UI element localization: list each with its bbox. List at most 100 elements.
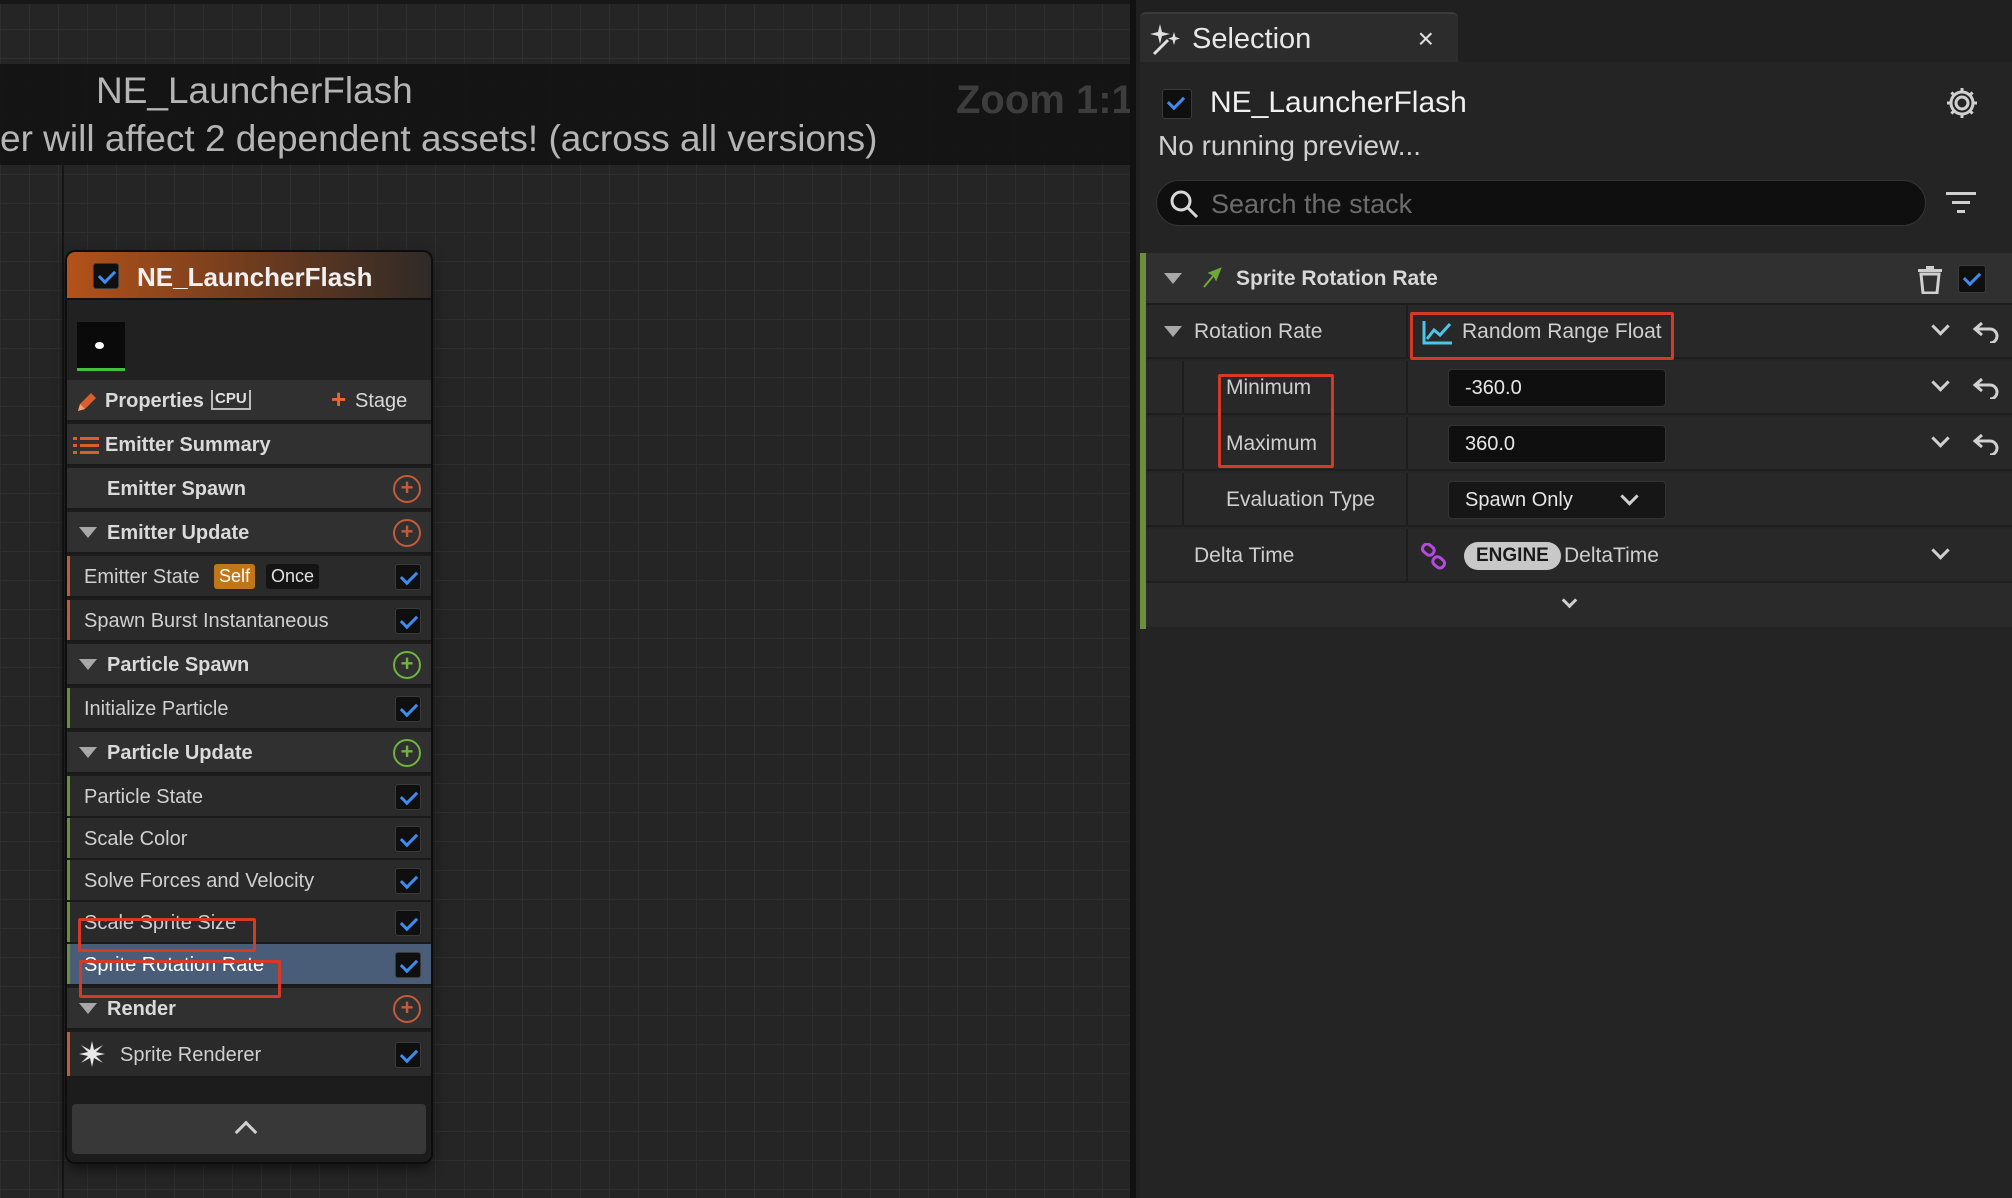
gear-icon[interactable]	[1945, 86, 1979, 120]
add-render-module-icon[interactable]: +	[393, 995, 421, 1023]
scale-sprite-size-checkbox[interactable]	[395, 910, 421, 936]
minimum-row[interactable]: Minimum -360.0	[1146, 361, 2012, 415]
module-header[interactable]: Sprite Rotation Rate	[1146, 253, 2012, 305]
emitter-state-label: Emitter State	[84, 566, 200, 588]
module-enabled-checkbox[interactable]	[1958, 265, 1986, 293]
reset-arrow-icon[interactable]	[1972, 431, 2000, 455]
search-input[interactable]: Search the stack	[1156, 180, 1926, 226]
module-stripe	[67, 902, 70, 942]
minimum-value-field[interactable]: -360.0	[1448, 369, 1666, 407]
particle-state-checkbox[interactable]	[395, 784, 421, 810]
stage-button[interactable]: + Stage	[327, 380, 431, 420]
particle-state-label: Particle State	[84, 786, 203, 808]
emitter-thumbnail[interactable]	[77, 322, 125, 371]
emitter-preview-checkbox[interactable]	[1162, 89, 1192, 119]
delta-time-value[interactable]: DeltaTime	[1564, 544, 1659, 568]
chevron-down-icon[interactable]	[1931, 317, 1950, 336]
particle-update-label: Particle Update	[107, 742, 253, 764]
maximum-row[interactable]: Maximum 360.0	[1146, 417, 2012, 471]
chevron-down-icon[interactable]	[1931, 541, 1950, 560]
sprite-burst-icon	[79, 1041, 105, 1067]
collapse-triangle-icon[interactable]	[1164, 273, 1182, 284]
scale-color-label: Scale Color	[84, 828, 188, 850]
expand-advanced-button[interactable]	[1146, 583, 2012, 627]
chevron-up-icon	[234, 1120, 258, 1144]
render-row[interactable]: Render +	[67, 988, 431, 1030]
collapse-triangle-icon[interactable]	[79, 747, 97, 758]
delta-time-row[interactable]: Delta Time ENGINE DeltaTime	[1146, 529, 2012, 583]
module-stripe	[67, 860, 70, 900]
zoom-indicator: Zoom 1:1	[956, 78, 1134, 122]
selection-panel-body	[1140, 62, 2012, 1198]
solve-forces-row[interactable]: Solve Forces and Velocity	[67, 860, 431, 902]
reset-arrow-icon[interactable]	[1972, 375, 2000, 399]
evaluation-type-dropdown[interactable]: Spawn Only	[1448, 481, 1666, 519]
properties-label: Properties	[105, 390, 204, 412]
initialize-particle-checkbox[interactable]	[395, 696, 421, 722]
particle-state-row[interactable]: Particle State	[67, 776, 431, 818]
module-stripe	[67, 776, 70, 816]
reset-arrow-icon[interactable]	[1972, 319, 2000, 343]
column-divider	[1406, 473, 1408, 525]
emitter-node[interactable]: NE_LauncherFlash Properties CPU + Stage	[67, 252, 431, 1162]
add-particle-update-module-icon[interactable]: +	[393, 739, 421, 767]
indent-guide	[1182, 361, 1184, 413]
collapse-triangle-icon[interactable]	[79, 527, 97, 538]
tab-selection[interactable]: Selection ×	[1140, 12, 1458, 62]
emitter-update-row[interactable]: Emitter Update +	[67, 512, 431, 554]
chevron-down-icon[interactable]	[1931, 429, 1950, 448]
sprite-renderer-row[interactable]: Sprite Renderer	[67, 1032, 431, 1078]
emitter-state-checkbox[interactable]	[395, 564, 421, 590]
search-placeholder: Search the stack	[1211, 189, 1413, 219]
emitter-spawn-row[interactable]: Emitter Spawn +	[67, 468, 431, 510]
chevron-down-icon[interactable]	[1931, 373, 1950, 392]
emitter-state-row[interactable]: Emitter State Self Once	[67, 556, 431, 598]
add-emitter-spawn-module-icon[interactable]: +	[393, 475, 421, 503]
sprite-renderer-checkbox[interactable]	[395, 1042, 421, 1068]
sprite-rotation-rate-row[interactable]: Sprite Rotation Rate	[67, 944, 431, 986]
trash-icon[interactable]	[1917, 266, 1943, 294]
scale-sprite-size-label: Scale Sprite Size	[84, 912, 237, 934]
column-divider	[1406, 361, 1408, 413]
collapse-triangle-icon[interactable]	[79, 1003, 97, 1014]
sprite-renderer-label: Sprite Renderer	[120, 1044, 262, 1066]
rotation-rate-value[interactable]: Random Range Float	[1462, 320, 1662, 344]
initialize-particle-row[interactable]: Initialize Particle	[67, 688, 431, 730]
collapse-triangle-icon[interactable]	[1164, 326, 1182, 337]
module-stripe	[67, 688, 70, 728]
solve-forces-label: Solve Forces and Velocity	[84, 870, 315, 892]
graph-canvas[interactable]: NE_LauncherFlash er will affect 2 depend…	[0, 0, 1134, 1198]
filter-icon[interactable]	[1946, 190, 1976, 216]
maximum-value: 360.0	[1465, 433, 1516, 455]
particle-update-row[interactable]: Particle Update +	[67, 732, 431, 774]
emitter-enabled-checkbox[interactable]	[93, 263, 119, 289]
close-icon[interactable]: ×	[1418, 23, 1434, 55]
dependent-assets-warning: er will affect 2 dependent assets! (acro…	[0, 118, 878, 159]
module-stripe	[67, 600, 70, 640]
add-emitter-update-module-icon[interactable]: +	[393, 519, 421, 547]
evaluation-type-row[interactable]: Evaluation Type Spawn Only	[1146, 473, 2012, 527]
module-arrow-icon	[1203, 267, 1222, 288]
spawn-burst-checkbox[interactable]	[395, 608, 421, 634]
tab-selection-label: Selection	[1192, 23, 1312, 55]
particle-spawn-row[interactable]: Particle Spawn +	[67, 644, 431, 686]
scale-color-row[interactable]: Scale Color	[67, 818, 431, 860]
collapse-triangle-icon[interactable]	[79, 659, 97, 670]
scale-color-checkbox[interactable]	[395, 826, 421, 852]
emitter-summary-row[interactable]: Emitter Summary	[67, 424, 431, 466]
chart-line-icon	[1422, 321, 1452, 345]
solve-forces-checkbox[interactable]	[395, 868, 421, 894]
emitter-node-header[interactable]: NE_LauncherFlash	[67, 252, 431, 300]
sprite-rotation-rate-checkbox[interactable]	[395, 952, 421, 978]
properties-row[interactable]: Properties CPU + Stage	[67, 380, 431, 422]
spawn-burst-row[interactable]: Spawn Burst Instantaneous	[67, 600, 431, 642]
add-particle-spawn-module-icon[interactable]: +	[393, 651, 421, 679]
stage-label: Stage	[355, 390, 408, 412]
maximum-value-field[interactable]: 360.0	[1448, 425, 1666, 463]
collapse-node-button[interactable]	[72, 1104, 426, 1154]
module-stripe	[67, 556, 70, 596]
module-stripe	[67, 1032, 70, 1076]
rotation-rate-row[interactable]: Rotation Rate Random Range Float	[1146, 305, 2012, 359]
evaluation-type-value: Spawn Only	[1465, 489, 1573, 511]
scale-sprite-size-row[interactable]: Scale Sprite Size	[67, 902, 431, 944]
